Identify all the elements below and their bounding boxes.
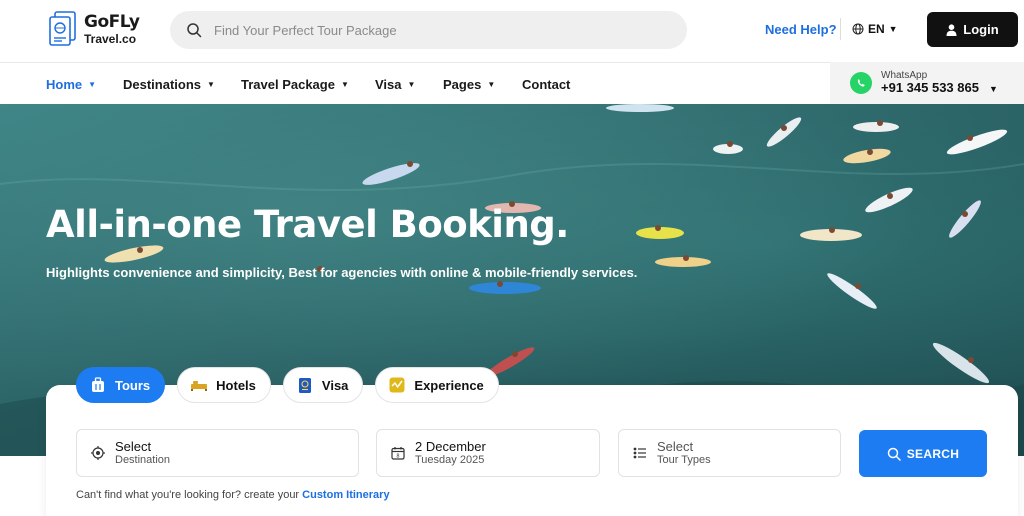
hero-title: All-in-one Travel Booking. bbox=[46, 203, 569, 246]
chevron-down-icon: ▼ bbox=[88, 80, 97, 89]
tab-tours[interactable]: Tours bbox=[76, 367, 166, 403]
whatsapp-icon bbox=[850, 72, 872, 94]
header-search[interactable] bbox=[170, 11, 687, 49]
nav-label: Visa bbox=[375, 77, 402, 92]
search-button-label: SEARCH bbox=[906, 446, 960, 461]
activity-icon bbox=[388, 376, 406, 394]
chevron-down-icon: ▼ bbox=[207, 80, 215, 89]
tour-type-label: Tour Types bbox=[657, 454, 711, 467]
calendar-icon: 8 bbox=[391, 447, 405, 460]
booking-tabs: Tours Hotels Visa Experience bbox=[76, 367, 511, 403]
nav-item-visa[interactable]: Visa ▼ bbox=[375, 77, 415, 92]
list-icon bbox=[633, 447, 646, 459]
passport-logo-icon bbox=[49, 11, 76, 46]
chevron-down-icon: ▼ bbox=[340, 80, 349, 89]
chevron-down-icon: ▼ bbox=[888, 24, 898, 34]
passport-icon bbox=[296, 376, 314, 394]
brand-logo[interactable]: GoFLy Travel.co bbox=[48, 11, 140, 47]
hint-text: Can't find what you're looking for? crea… bbox=[76, 489, 303, 501]
date-field[interactable]: 8 2 December Tuesday 2025 bbox=[376, 429, 600, 477]
hero-subtitle: Highlights convenience and simplicity, B… bbox=[46, 265, 638, 280]
language-label: EN bbox=[868, 22, 885, 36]
need-help-link[interactable]: Need Help? bbox=[765, 22, 837, 37]
custom-itinerary-hint: Can't find what you're looking for? crea… bbox=[76, 489, 390, 501]
nav-item-travel-package[interactable]: Travel Package ▼ bbox=[241, 77, 349, 92]
search-icon bbox=[187, 23, 202, 38]
date-value: 2 December bbox=[415, 438, 486, 454]
tab-label: Hotels bbox=[216, 377, 256, 393]
chevron-down-icon: ▼ bbox=[988, 84, 998, 94]
whatsapp-number: +91 345 533 865 bbox=[881, 80, 979, 96]
tour-type-field[interactable]: Select Tour Types bbox=[618, 429, 841, 477]
header-divider bbox=[840, 18, 841, 40]
globe-icon bbox=[852, 23, 864, 35]
site-header: GoFLy Travel.co Need Help? EN ▼ Login bbox=[0, 0, 1024, 62]
login-label: Login bbox=[963, 22, 999, 37]
nav-label: Travel Package bbox=[241, 77, 335, 92]
location-target-icon bbox=[91, 446, 105, 460]
destination-label: Destination bbox=[115, 454, 171, 467]
nav-item-destinations[interactable]: Destinations ▼ bbox=[123, 77, 215, 92]
custom-itinerary-link[interactable]: Custom Itinerary bbox=[302, 489, 389, 501]
nav-item-contact[interactable]: Contact bbox=[522, 77, 570, 92]
user-icon bbox=[946, 23, 957, 36]
destination-field[interactable]: Select Destination bbox=[76, 429, 359, 477]
search-button[interactable]: SEARCH bbox=[859, 430, 987, 477]
nav-label: Home bbox=[46, 77, 83, 92]
chevron-down-icon: ▼ bbox=[407, 80, 416, 89]
brand-subtitle: Travel.co bbox=[84, 31, 137, 46]
nav-item-pages[interactable]: Pages ▼ bbox=[443, 77, 495, 92]
brand-name: GoFLy bbox=[84, 11, 140, 32]
tab-label: Tours bbox=[115, 377, 151, 393]
destination-value: Select bbox=[115, 438, 152, 454]
bed-icon bbox=[190, 376, 208, 394]
tab-label: Visa bbox=[321, 377, 349, 393]
nav-label: Destinations bbox=[123, 77, 202, 92]
svg-text:8: 8 bbox=[396, 454, 399, 460]
nav-item-home[interactable]: Home ▼ bbox=[46, 77, 96, 92]
whatsapp-contact[interactable]: WhatsApp +91 345 533 865 ▼ bbox=[830, 62, 1024, 104]
tab-hotels[interactable]: Hotels bbox=[177, 367, 271, 403]
search-input[interactable] bbox=[214, 22, 634, 38]
nav-label: Contact bbox=[522, 77, 571, 92]
login-button[interactable]: Login bbox=[927, 12, 1018, 47]
language-selector[interactable]: EN ▼ bbox=[852, 22, 898, 36]
chevron-down-icon: ▼ bbox=[487, 80, 496, 89]
tab-visa[interactable]: Visa bbox=[282, 367, 364, 403]
search-icon bbox=[887, 447, 901, 461]
tab-label: Experience bbox=[414, 377, 484, 393]
luggage-icon bbox=[89, 376, 107, 394]
nav-label: Pages bbox=[443, 77, 482, 92]
tour-type-value: Select bbox=[657, 438, 694, 454]
date-weekday-year: Tuesday 2025 bbox=[415, 454, 485, 467]
tab-experience[interactable]: Experience bbox=[375, 367, 499, 403]
